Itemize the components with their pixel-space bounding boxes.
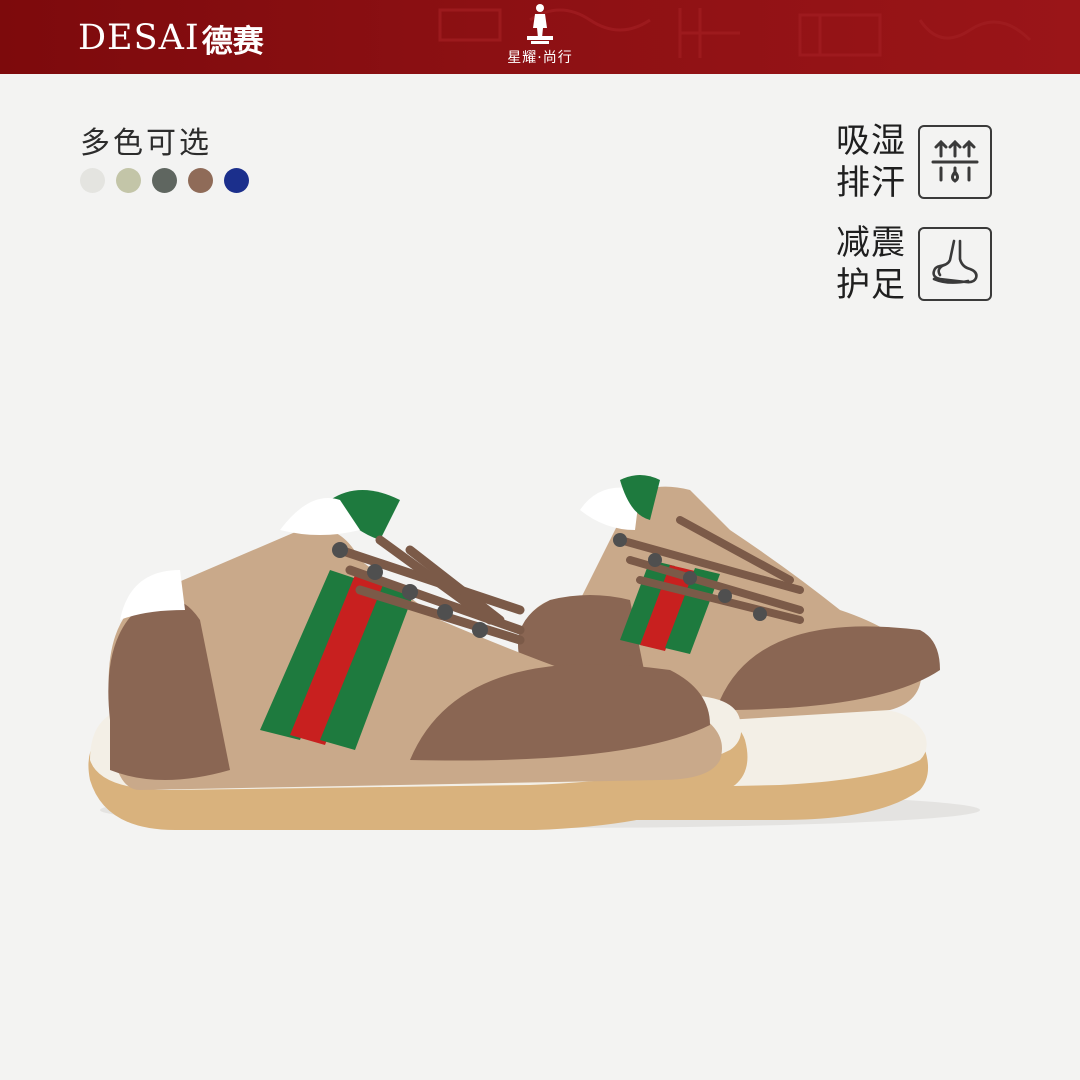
feature-shock-absorption: 减震 护足 bbox=[836, 222, 992, 306]
color-swatch[interactable] bbox=[224, 168, 249, 193]
brand-slogan: 星耀·尚行 bbox=[507, 50, 573, 66]
brand-name-latin: DESAI bbox=[78, 18, 200, 58]
figure-emblem-icon bbox=[527, 4, 553, 44]
feature-label-line: 护足 bbox=[836, 265, 906, 305]
top-banner: DESAI 德赛 星耀·尚行 bbox=[0, 0, 1080, 74]
feature-label-line: 减震 bbox=[836, 223, 906, 263]
foot-cushion-icon bbox=[918, 227, 992, 301]
brand-logo[interactable]: DESAI 德赛 bbox=[78, 16, 264, 60]
feature-moisture-wicking: 吸湿 排汗 bbox=[836, 120, 992, 204]
moisture-wicking-icon bbox=[918, 125, 992, 199]
color-swatch[interactable] bbox=[80, 168, 105, 193]
color-swatch[interactable] bbox=[152, 168, 177, 193]
brand-emblem: 星耀·尚行 bbox=[500, 2, 580, 72]
feature-label: 吸湿 排汗 bbox=[836, 120, 912, 204]
feature-label-line: 吸湿 bbox=[836, 121, 906, 161]
color-swatch[interactable] bbox=[116, 168, 141, 193]
banner-pattern bbox=[438, 8, 1032, 58]
sneaker-pair-image bbox=[88, 475, 980, 830]
feature-label: 减震 护足 bbox=[836, 222, 912, 306]
feature-label-line: 排汗 bbox=[836, 163, 906, 203]
color-swatches bbox=[80, 168, 249, 193]
color-swatch[interactable] bbox=[188, 168, 213, 193]
brand-name-chinese: 德赛 bbox=[201, 23, 264, 60]
colors-title: 多色可选 bbox=[80, 126, 212, 161]
